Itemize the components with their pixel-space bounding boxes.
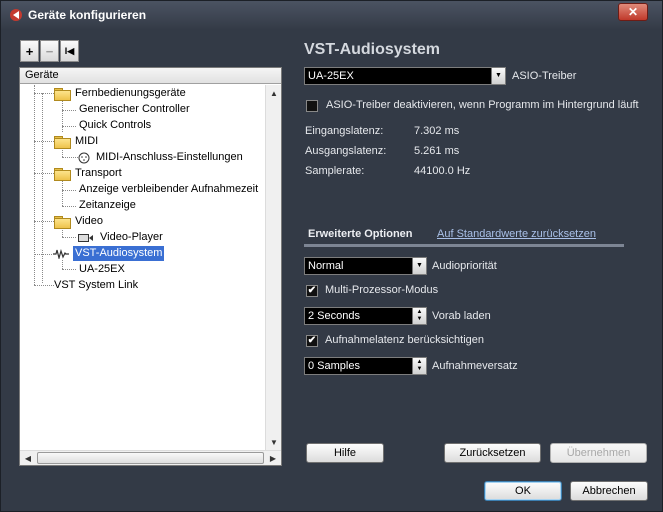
- tree-item-zeitanzeige[interactable]: Zeitanzeige: [77, 198, 138, 213]
- multiprocessor-checkbox[interactable]: ✔: [306, 285, 318, 297]
- checkmark-icon: ✔: [307, 285, 317, 296]
- record-offset-spinbox[interactable]: 0 Samples ▲ ▼: [304, 357, 427, 375]
- record-latency-label: Aufnahmelatenz berücksichtigen: [325, 334, 484, 346]
- samplerate-value: 44100.0 Hz: [414, 165, 471, 177]
- input-latency-label: Eingangslatenz:: [305, 125, 384, 137]
- scroll-left-icon[interactable]: ◀: [20, 451, 36, 465]
- spin-arrows-icon[interactable]: ▲ ▼: [412, 308, 426, 324]
- asio-driver-label: ASIO-Treiber: [512, 70, 577, 82]
- audio-priority-select[interactable]: Normal ▼: [304, 257, 427, 275]
- spin-arrows-icon[interactable]: ▲ ▼: [412, 358, 426, 374]
- title-bar[interactable]: Geräte konfigurieren ✕: [1, 1, 662, 29]
- checkmark-icon: ✔: [307, 335, 317, 346]
- tree-item-vst-system-link[interactable]: VST System Link: [52, 278, 140, 293]
- panel-title: VST-Audiosystem: [304, 41, 441, 58]
- tree-item-midi[interactable]: MIDI: [54, 134, 100, 149]
- device-tree-panel: Geräte Fernbedienungsgeräte Generischer …: [19, 67, 282, 466]
- tree-horizontal-scrollbar[interactable]: ◀ ▶: [20, 450, 281, 465]
- close-icon: ✕: [627, 5, 639, 19]
- folder-icon: [54, 136, 71, 149]
- tree-column-header[interactable]: Geräte: [20, 68, 281, 84]
- dialog-window: Geräte konfigurieren ✕ + − I◀ Geräte Fer…: [0, 0, 663, 512]
- deactivate-driver-label: ASIO-Treiber deaktivieren, wenn Programm…: [326, 99, 639, 111]
- dialog-body: + − I◀ Geräte Fernbedienungsgeräte Gener…: [7, 29, 656, 507]
- audio-wave-icon: [53, 248, 69, 259]
- folder-icon: [54, 168, 71, 181]
- record-latency-checkbox[interactable]: ✔: [306, 335, 318, 347]
- folder-icon: [54, 88, 71, 101]
- chevron-down-icon: ▼: [412, 258, 426, 274]
- chevron-down-icon: ▼: [491, 68, 505, 84]
- remove-device-button[interactable]: −: [40, 40, 59, 62]
- reset-device-button[interactable]: I◀: [60, 40, 79, 62]
- tree-item-ua-25ex[interactable]: UA-25EX: [77, 262, 127, 277]
- folder-icon: [54, 216, 71, 229]
- reset-defaults-link[interactable]: Auf Standardwerte zurücksetzen: [437, 228, 596, 240]
- tree-item-generischer-controller[interactable]: Generischer Controller: [77, 102, 192, 117]
- deactivate-driver-checkbox[interactable]: [306, 100, 318, 112]
- scroll-right-icon[interactable]: ▶: [265, 451, 281, 465]
- plus-icon: +: [25, 43, 34, 59]
- options-tab-row: Erweiterte Optionen Auf Standardwerte zu…: [304, 225, 624, 247]
- minus-icon: −: [45, 43, 54, 59]
- output-latency-value: 5.261 ms: [414, 145, 460, 157]
- reset-button[interactable]: Zurücksetzen: [444, 443, 541, 463]
- output-latency-label: Ausgangslatenz:: [305, 145, 387, 157]
- close-button[interactable]: ✕: [618, 3, 648, 21]
- audio-priority-label: Audiopriorität: [432, 260, 497, 272]
- tree-item-transport[interactable]: Transport: [54, 166, 124, 181]
- reset-icon: I◀: [64, 45, 75, 56]
- ok-button[interactable]: OK: [484, 481, 562, 501]
- tree-item-fernbedienungsgeraete[interactable]: Fernbedienungsgeräte: [54, 86, 188, 101]
- tree-item-video-player[interactable]: Video-Player: [78, 230, 165, 245]
- tree-item-video[interactable]: Video: [54, 214, 105, 229]
- help-button[interactable]: Hilfe: [306, 443, 384, 463]
- tree-item-anzeige-aufnahmezeit[interactable]: Anzeige verbleibender Aufnahmezeit: [77, 182, 260, 197]
- video-icon: [78, 233, 93, 242]
- asio-driver-select[interactable]: UA-25EX ▼: [304, 67, 506, 85]
- tab-erweiterte-optionen[interactable]: Erweiterte Optionen: [308, 228, 413, 240]
- samplerate-label: Samplerate:: [305, 165, 365, 177]
- device-tree: Fernbedienungsgeräte Generischer Control…: [20, 85, 265, 445]
- tree-item-midi-anschluss[interactable]: MIDI-Anschluss-Einstellungen: [78, 150, 245, 165]
- scroll-down-icon[interactable]: ▼: [266, 434, 282, 450]
- record-offset-label: Aufnahmeversatz: [432, 360, 518, 372]
- scroll-up-icon[interactable]: ▲: [266, 85, 282, 101]
- app-logo-icon: [10, 9, 22, 21]
- preload-label: Vorab laden: [432, 310, 491, 322]
- tree-item-vst-audiosystem[interactable]: VST-Audiosystem: [53, 246, 165, 261]
- midi-port-icon: [78, 152, 90, 163]
- tree-vertical-scrollbar[interactable]: ▲ ▼: [265, 85, 281, 450]
- apply-button[interactable]: Übernehmen: [550, 443, 647, 463]
- cancel-button[interactable]: Abbrechen: [570, 481, 648, 501]
- preload-spinbox[interactable]: 2 Seconds ▲ ▼: [304, 307, 427, 325]
- input-latency-value: 7.302 ms: [414, 125, 460, 137]
- add-device-button[interactable]: +: [20, 40, 39, 62]
- tree-item-quick-controls[interactable]: Quick Controls: [77, 118, 153, 133]
- horizontal-scroll-thumb[interactable]: [37, 452, 264, 464]
- window-title: Geräte konfigurieren: [28, 8, 147, 22]
- multiprocessor-label: Multi-Prozessor-Modus: [325, 284, 439, 296]
